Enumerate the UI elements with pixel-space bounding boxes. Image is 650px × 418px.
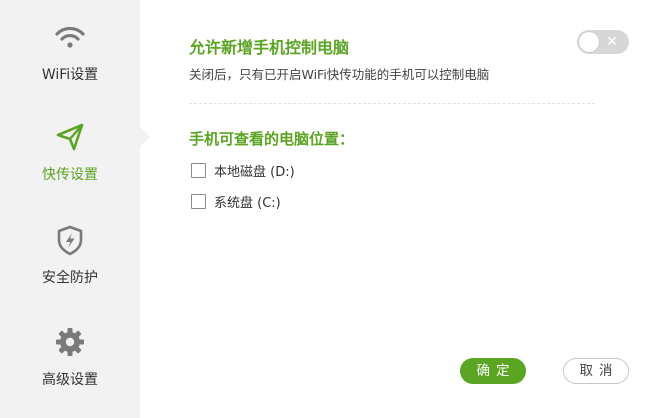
sidebar-item-quick-transfer[interactable]: 快传设置: [0, 120, 140, 210]
toggle-knob: [579, 32, 599, 52]
option-local-disk-d[interactable]: 本地磁盘 (D:): [191, 161, 295, 180]
wifi-icon: [55, 26, 85, 48]
settings-panel: 允许新增手机控制电脑 关闭后，只有已开启WiFi快传功能的手机可以控制电脑 ✕ …: [140, 0, 650, 418]
sidebar-item-label: 快传设置: [42, 167, 98, 183]
gear-icon: [56, 328, 84, 356]
sidebar-item-label: WiFi设置: [41, 67, 99, 83]
sidebar-item-label: 安全防护: [42, 270, 98, 286]
option-label: 系统盘 (C:): [214, 196, 281, 211]
sidebar: WiFi设置 快传设置 安全防护 高级设置: [0, 0, 140, 418]
section-divider: [189, 103, 595, 104]
sidebar-item-label: 高级设置: [42, 372, 98, 388]
shield-lightning-icon: [57, 225, 83, 256]
paper-plane-icon: [56, 123, 84, 151]
cancel-button[interactable]: 取消: [563, 358, 629, 384]
checkbox[interactable]: [191, 194, 206, 209]
locations-title: 手机可查看的电脑位置：: [189, 130, 355, 148]
sidebar-item-advanced[interactable]: 高级设置: [0, 325, 140, 415]
allow-control-title: 允许新增手机控制电脑: [189, 38, 350, 57]
close-icon: ✕: [606, 34, 618, 50]
allow-control-toggle[interactable]: ✕: [577, 30, 629, 54]
option-system-disk-c[interactable]: 系统盘 (C:): [191, 192, 281, 211]
sidebar-item-security[interactable]: 安全防护: [0, 223, 140, 313]
sidebar-item-wifi[interactable]: WiFi设置: [0, 20, 140, 110]
option-label: 本地磁盘 (D:): [214, 165, 295, 180]
checkbox[interactable]: [191, 163, 206, 178]
allow-control-description: 关闭后，只有已开启WiFi快传功能的手机可以控制电脑: [189, 67, 490, 82]
confirm-button[interactable]: 确定: [460, 358, 526, 384]
